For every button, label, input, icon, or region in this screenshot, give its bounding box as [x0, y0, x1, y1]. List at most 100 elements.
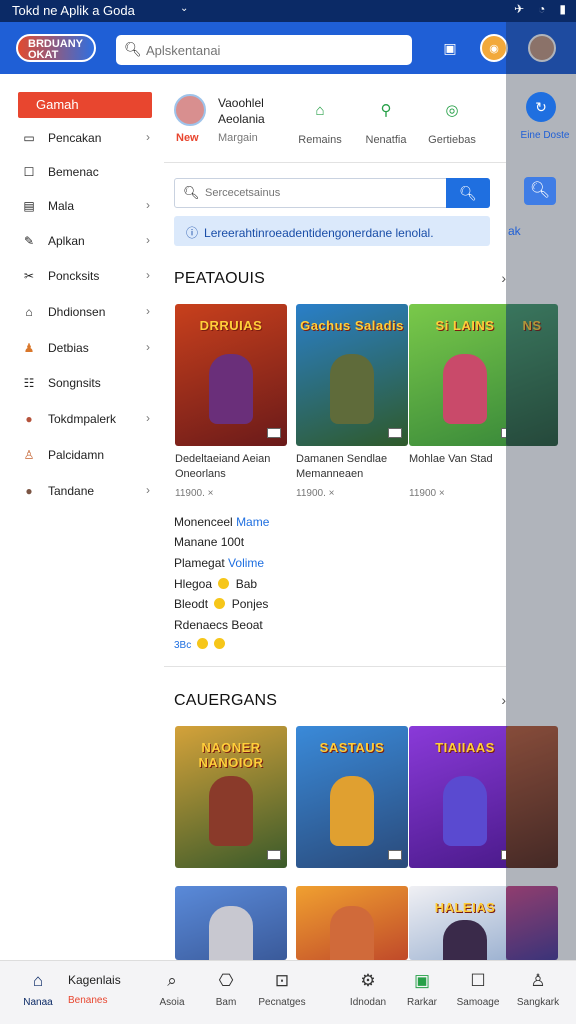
detail-line: Hlegoa Bab [174, 577, 257, 591]
sidebar-item[interactable]: ♟ Detbias › [20, 336, 150, 360]
detail-value[interactable]: Mame [236, 515, 269, 529]
category-item[interactable]: ⚲ Nenatfia [354, 94, 418, 146]
chevron-right-icon: › [146, 130, 150, 144]
sidebar-item[interactable]: ⌂ Dhdionsen › [20, 300, 150, 324]
coin-icon [197, 638, 209, 649]
nav-label: Samoage [456, 997, 500, 1008]
game-tile[interactable]: HALEIAS [409, 886, 521, 960]
bottom-nav: ⌂ Nanaa Kagenlais Benanes ⌕ Asoia ⎔ Bam … [0, 960, 576, 1024]
sidebar-item-label: Pencakan [48, 131, 102, 145]
game-tile[interactable]: DRRUIAS [175, 304, 287, 446]
game-tile[interactable] [296, 886, 408, 960]
sidebar-item[interactable]: ✂ Poncksits › [20, 264, 150, 288]
game-tile[interactable]: NAONER NANOIOR [175, 726, 287, 868]
sidebar-item[interactable]: ♙ Palcidamn [20, 443, 150, 467]
game-badge [388, 428, 402, 438]
box-icon: ☐ [470, 971, 486, 990]
category-label: Nenatfia [365, 134, 407, 146]
featured-line2: Aeolania [218, 112, 265, 126]
sidebar-item-label: Dhdionsen [48, 305, 106, 319]
game-tile[interactable]: SASTAUS [296, 726, 408, 868]
game-meta: 11900 × [409, 488, 445, 499]
section-title: CAUERGANS [174, 692, 278, 709]
game-character [209, 906, 253, 960]
game-badge [267, 850, 281, 860]
pin-icon: ⚲ [380, 102, 392, 119]
user-icon: ● [25, 412, 33, 426]
coin-icon [214, 638, 226, 649]
nav-item-store[interactable]: ▣ Rarkar [392, 967, 452, 1008]
drawer-scrim[interactable]: ↻ Eine Doste 🔍︎ ak [506, 22, 576, 962]
status-arrow: ⌄ [180, 3, 189, 14]
category-item[interactable]: ◎ Gertiebas [420, 94, 484, 146]
tag-icon: ⌂ [25, 305, 33, 319]
nav-item-search[interactable]: ⌕ Asoia [142, 967, 202, 1008]
info-banner[interactable]: ⓘ Lereerahtinroeadentidengonerdane lenola… [174, 216, 490, 246]
nav-item-chat[interactable]: ⊡ Pecnatges [252, 967, 312, 1008]
sidebar-item[interactable]: ● Tandane › [20, 479, 150, 503]
coin-icon[interactable]: ◉ [480, 34, 508, 62]
sidebar-item[interactable]: ▤ Mala › [20, 194, 150, 218]
sidebar-item[interactable]: ☷ Songnsits [20, 371, 150, 395]
game-tile[interactable]: Si LAINS [409, 304, 521, 446]
section-title: PEATAOUIS [174, 270, 266, 287]
detail-label: Plamegat [174, 556, 225, 570]
status-bar: Tokd ne Aplik a Goda ⌄ ✈ ◔ ▮ [0, 0, 576, 22]
detail-line: Manane 100t [174, 535, 244, 549]
detail-label: 3Bc [174, 640, 192, 651]
nav-item-settings[interactable]: ⚙ Idnodan [338, 967, 398, 1008]
game-tile[interactable] [175, 886, 287, 960]
search-bar[interactable]: 🔍︎ [116, 35, 412, 65]
app-logo[interactable]: BRDUANY OKAT [16, 34, 96, 62]
nav-item-profile[interactable]: ♙ Sangkark [508, 967, 568, 1008]
sidebar-item[interactable]: ● Tokdmpalerk › [20, 407, 150, 431]
sidebar-item[interactable]: ☐ Bemenac [20, 160, 150, 184]
main-search-input[interactable] [205, 184, 435, 202]
detail-value[interactable]: Volime [228, 556, 264, 570]
nav-item-box[interactable]: ☐ Samoage [448, 967, 508, 1008]
featured-avatar [174, 94, 206, 126]
sidebar-item[interactable]: ✎ Aplkan › [20, 229, 150, 253]
side-menu: Gamah ▭ Pencakan › ☐ Bemenac ▤ Mala › ✎ … [8, 74, 164, 960]
card-icon: ▭ [23, 131, 35, 145]
nav-item-games[interactable]: ⎔ Bam [196, 967, 256, 1008]
sidebar-item[interactable]: ▭ Pencakan › [20, 126, 150, 150]
game-badge [267, 428, 281, 438]
side-menu-primary[interactable]: Gamah [18, 92, 152, 118]
search-input[interactable] [146, 40, 396, 60]
search-icon[interactable]: 🔍︎ [524, 177, 556, 205]
detail-label: Hlegoa [174, 577, 213, 591]
game-name: Damanen Sendlae Memanneaen [296, 453, 388, 480]
nav-item-home[interactable]: ⌂ Nanaa [8, 967, 68, 1008]
game-art-title: HALEIAS [434, 900, 496, 915]
detail-value: Beoat [231, 618, 263, 632]
game-tile[interactable]: TIAIIAAS [409, 726, 521, 868]
chat-icon: ⊡ [274, 971, 290, 990]
game-name: Mohlae Van Stad [409, 453, 493, 465]
chevron-right-icon: › [146, 304, 150, 318]
search-button[interactable]: 🔍︎ [446, 178, 490, 208]
doc-icon: ☐ [23, 165, 35, 179]
inbox-icon[interactable]: ▣ [436, 34, 464, 62]
category-label: Gertiebas [428, 134, 476, 146]
sidebar-item-label: Tandane [48, 484, 95, 498]
detail-line: Bleodt Ponjes [174, 597, 268, 611]
detail-line: 3Bc [174, 638, 228, 651]
category-item[interactable]: ⌂ Remains [288, 94, 352, 147]
chevron-right-icon: › [146, 198, 150, 212]
game-tile[interactable]: Gachus Saladis [296, 304, 408, 446]
nav-label: Nanaa [23, 997, 53, 1008]
sidebar-item-label: Poncksits [48, 269, 100, 283]
game-art-title: Si LAINS [435, 318, 495, 333]
game-art-title: Gachus Saladis [300, 318, 404, 333]
detail-label: Rdenaecs [174, 618, 229, 632]
game-character [443, 920, 487, 960]
game-character [330, 906, 374, 960]
game-meta: 11900. × [175, 488, 214, 499]
game-character [209, 776, 253, 846]
refresh-icon[interactable]: ↻ [526, 92, 556, 122]
main-search-bar[interactable]: 🔍︎ 🔍︎ [174, 178, 490, 208]
game-badge [388, 850, 402, 860]
game-art-title: TIAIIAAS [435, 740, 495, 755]
sidebar-item-label: Songnsits [48, 376, 101, 390]
